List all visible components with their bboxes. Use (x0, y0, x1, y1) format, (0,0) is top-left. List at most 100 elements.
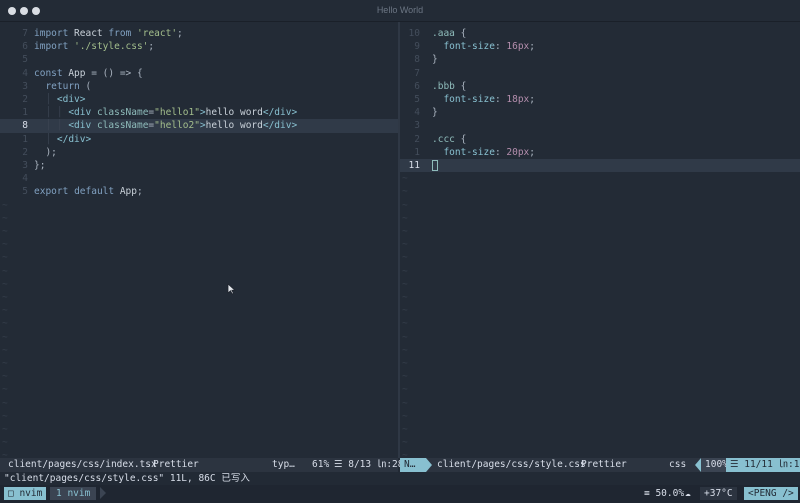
code-line[interactable]: 5 font-size: 18px; (400, 93, 800, 106)
code-line[interactable]: 6 .bbb { (400, 80, 800, 93)
code-line[interactable]: 7 import React from 'react'; (0, 27, 398, 40)
code-text: ); (34, 146, 57, 159)
code-token: │ │ (34, 107, 69, 119)
code-line[interactable]: 1 │ │ <div className="hello1">hello word… (0, 106, 398, 119)
line-number: 5 (414, 94, 420, 105)
code-line[interactable]: 1 │ </div> (0, 133, 398, 146)
empty-buffer-line: ~ (400, 449, 800, 458)
terminal-window: Hello World 7 import React from 'react'; 6… (0, 0, 800, 503)
code-text: │ <div> (34, 93, 85, 106)
tilde-filler: ~ (402, 265, 408, 277)
line-number: 2 (414, 133, 420, 145)
line-number: 8 (414, 54, 420, 66)
tmux-window-tab[interactable]: 1 nvim (50, 487, 97, 500)
tilde-filler: ~ (402, 358, 408, 369)
tilde-filler: ~ (2, 199, 8, 211)
editor-pane-style-css[interactable]: 10 .aaa {9 font-size: 16px; 8} 7 6 .bbb {5 fo… (400, 22, 800, 458)
tmux-status-bar: □ nvim 1 nvim ≡ 50.0% ☁ +37°C <PENG /> (0, 485, 800, 503)
code-line[interactable]: 4 (0, 172, 398, 185)
line-number: 7 (22, 28, 28, 39)
code-token: 16px (506, 41, 530, 53)
code-token: 20px (506, 146, 530, 158)
code-line[interactable]: 9 font-size: 16px; (400, 40, 800, 53)
empty-buffer-line: ~ (400, 410, 800, 423)
tilde-filler: ~ (2, 437, 8, 449)
code-text: font-size: 18px; (432, 93, 535, 106)
editor-pane-index-tsx[interactable]: 7 import React from 'react'; 6 import './st… (0, 22, 398, 458)
code-line[interactable]: 2 │ <div> (0, 93, 398, 106)
code-token: : (494, 94, 507, 105)
current-code-line[interactable]: 8 │ │ <div className="hello2">hello word… (0, 119, 398, 133)
code-token: .bbb (432, 80, 455, 92)
code-line[interactable]: 3}; (0, 159, 398, 172)
code-line[interactable]: 6 import './style.css'; (0, 40, 398, 53)
code-line[interactable]: 10 .aaa { (400, 27, 800, 40)
code-token: .aaa (432, 28, 455, 39)
tilde-filler: ~ (2, 331, 8, 343)
code-token: } (432, 54, 438, 66)
cloud-icon: ☁ (685, 488, 691, 499)
empty-buffer-line: ~ (400, 436, 800, 449)
code-token: App (62, 67, 92, 79)
empty-buffer-line: ~ (400, 212, 800, 225)
tilde-filler: ~ (402, 186, 408, 198)
empty-buffer-line: ~ (400, 185, 800, 198)
code-text: │ │ <div className="hello1">hello word</… (34, 106, 297, 119)
status-mode: N… (400, 458, 426, 472)
code-token: className (96, 107, 149, 119)
code-line[interactable]: 4} (400, 106, 800, 119)
empty-buffer-line: ~ (0, 238, 398, 251)
code-line[interactable]: 5 (0, 53, 398, 66)
code-line[interactable]: 8} (400, 53, 800, 66)
tmux-hostname: <PENG /> (744, 487, 798, 500)
tilde-filler: ~ (2, 292, 8, 303)
code-text: } (432, 53, 438, 66)
code-line[interactable]: 1 font-size: 20px; (400, 146, 800, 159)
tilde-filler: ~ (2, 344, 8, 356)
tilde-filler: ~ (402, 239, 408, 251)
line-number: 1 (22, 107, 28, 119)
code-token: │ │ (34, 120, 69, 132)
code-token: 18px (506, 94, 530, 105)
empty-buffer-line: ~ (0, 410, 398, 423)
tilde-filler: ~ (402, 305, 408, 317)
code-token: hello word (205, 107, 263, 119)
code-line[interactable]: 2 .ccc { (400, 133, 800, 146)
code-text: font-size: 16px; (432, 40, 535, 53)
code-line[interactable]: 4 const App = () => { (0, 67, 398, 80)
code-line[interactable]: 2 ); (0, 146, 398, 159)
code-token: : (494, 146, 507, 158)
code-token: font-size (443, 94, 495, 105)
status-file-path: client/pages/css/index.tsx (8, 459, 157, 470)
status-percent: 61% (312, 459, 330, 470)
empty-buffer-line: ~ (400, 265, 800, 278)
code-token: font-size (443, 146, 495, 158)
status-cursor-position: ☰ 8/13 ㏑:28 (334, 459, 404, 470)
tilde-filler: ~ (402, 199, 408, 211)
statusline-right: N… client/pages/css/style.css Prettier c… (400, 458, 800, 472)
tilde-filler: ~ (402, 252, 408, 264)
empty-buffer-line: ~ (400, 172, 800, 185)
code-line[interactable]: 7 (400, 67, 800, 80)
code-line[interactable]: 5 export default App; (0, 185, 398, 198)
status-cursor-position: ☰ 11/11 ㏑:1 (726, 458, 800, 472)
tab-separator-icon (100, 487, 106, 499)
tilde-filler: ~ (402, 226, 408, 237)
line-number: 11 (408, 160, 420, 171)
code-line[interactable]: 3 return ( (0, 80, 398, 93)
empty-buffer-line: ~ (0, 331, 398, 344)
line-number: 5 (22, 54, 28, 66)
current-code-line[interactable]: 11 (400, 159, 800, 173)
code-token: { (454, 80, 467, 92)
code-token: ; (137, 186, 143, 198)
code-line[interactable]: 3 (400, 119, 800, 132)
title-bar: Hello World (0, 0, 800, 22)
tilde-filler: ~ (2, 384, 8, 396)
code-token: : (494, 41, 507, 53)
code-token: ); (45, 146, 57, 158)
code-text: .aaa { (432, 27, 466, 40)
code-token: export (34, 186, 69, 198)
tmux-session[interactable]: □ nvim (4, 487, 47, 500)
empty-buffer-line: ~ (400, 199, 800, 212)
